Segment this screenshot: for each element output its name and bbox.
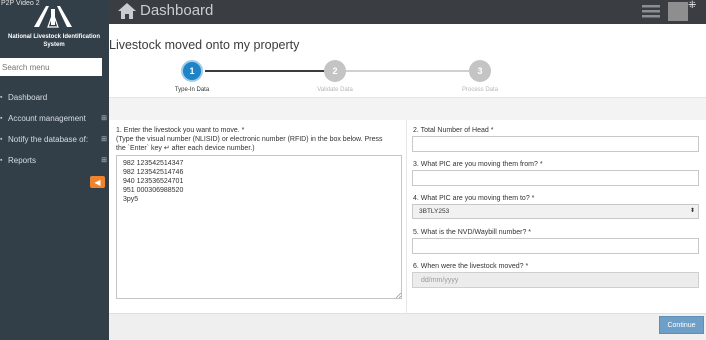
expand-icon[interactable]: ⊞ — [99, 156, 109, 164]
device-number-line: 951 000306988520 — [123, 187, 184, 194]
form-header: Livestock moved onto my property 1 2 3 T… — [109, 24, 706, 97]
total-head-input[interactable] — [412, 136, 699, 152]
q1-instruction: (Type the visual number (NLISID) or elec… — [116, 136, 383, 143]
user-icon: ▪ — [0, 114, 3, 122]
step-1-label: Type-In Data — [174, 87, 210, 93]
q6-label: 6. When were the livestock moved? * — [413, 263, 529, 270]
device-number-line: 3py5 — [123, 196, 139, 203]
expand-icon[interactable]: ⊞ — [99, 135, 109, 143]
q5-label: 5. What is the NVD/Waybill number? * — [413, 229, 532, 236]
date-placeholder: dd/mm/yyyy — [421, 276, 459, 284]
device-number-line: 940 123536524701 — [123, 178, 184, 185]
q1-line: 1. Enter the livestock you want to move.… — [116, 127, 245, 134]
q4-label: 4. What PIC are you moving them to? * — [413, 195, 535, 202]
pic-to-selected-value: 3BTLY253 — [419, 208, 450, 215]
step-2-circle: 2 — [324, 60, 346, 82]
hamburger-menu-icon[interactable] — [642, 4, 660, 18]
continue-button[interactable]: Continue — [659, 316, 704, 334]
q1-instruction: the `Enter` key ↵ after each device numb… — [116, 145, 255, 152]
movement-date-input[interactable]: dd/mm/yyyy — [412, 272, 699, 288]
collapse-sidebar-button[interactable]: ◀ — [90, 176, 105, 188]
pic-from-input[interactable] — [412, 170, 699, 186]
search-menu-input[interactable] — [0, 58, 102, 76]
q2-label: 2. Total Number of Head * — [413, 127, 494, 134]
device-number-line: 982 123542514347 — [123, 160, 184, 167]
top-bar: Dashboard ⁜ — [109, 0, 706, 24]
dashboard-icon: ▪ — [0, 93, 3, 101]
select-caret-icon: ⬍ — [689, 208, 695, 214]
nvd-waybill-input[interactable] — [412, 238, 699, 254]
pic-to-select[interactable]: 3BTLY253 ⬍ — [412, 204, 699, 219]
resize-grip-icon[interactable] — [395, 292, 402, 299]
sidebar: P2P Video 2 National Livestock Identific… — [0, 0, 109, 340]
section-band — [109, 97, 706, 120]
step-1-circle: 1 — [181, 60, 203, 82]
column-divider — [406, 120, 407, 313]
page-title: Dashboard — [140, 2, 214, 19]
nlis-logo — [34, 6, 72, 28]
sidebar-item-label: Reports — [8, 155, 37, 165]
step-connector — [205, 70, 335, 72]
step-connector — [345, 70, 480, 72]
device-numbers-textarea[interactable]: 982 123542514347 982 123542514746 940 12… — [116, 155, 402, 299]
sidebar-item-reports[interactable]: ▪ Reports ⊞ — [0, 153, 109, 167]
avatar[interactable] — [668, 2, 688, 21]
sidebar-item-label: Notify the database of: — [8, 134, 89, 144]
org-name: National Livestock Identification System — [7, 34, 100, 48]
q1-label: 1. Enter the livestock you want to move.… — [116, 126, 404, 153]
footer-bar — [109, 313, 706, 340]
fullscreen-icon[interactable]: ⁜ — [688, 0, 696, 11]
bell-icon: ▪ — [0, 135, 3, 143]
reports-icon: ▪ — [0, 156, 3, 164]
step-3-label: Process Data — [461, 87, 498, 93]
step-2-label: Validate Data — [317, 87, 353, 93]
arrow-left-circle-icon: ◀ — [94, 177, 101, 187]
expand-icon[interactable]: ⊞ — [99, 114, 109, 122]
sidebar-item-account-management[interactable]: ▪ Account management ⊞ — [0, 111, 109, 125]
sidebar-item-dashboard[interactable]: ▪ Dashboard — [0, 90, 109, 104]
q3-label: 3. What PIC are you moving them from? * — [413, 161, 543, 168]
step-3-circle: 3 — [469, 60, 491, 82]
device-number-line: 982 123542514746 — [123, 169, 184, 176]
sidebar-item-notify-database[interactable]: ▪ Notify the database of: ⊞ — [0, 132, 109, 146]
sidebar-item-label: Dashboard — [8, 92, 48, 102]
form-title: Livestock moved onto my property — [109, 38, 300, 52]
sidebar-item-label: Account management — [8, 113, 86, 123]
home-icon[interactable] — [117, 2, 137, 20]
progress-stepper: 1 2 3 Type-In Data Validate Data Process… — [109, 60, 706, 97]
